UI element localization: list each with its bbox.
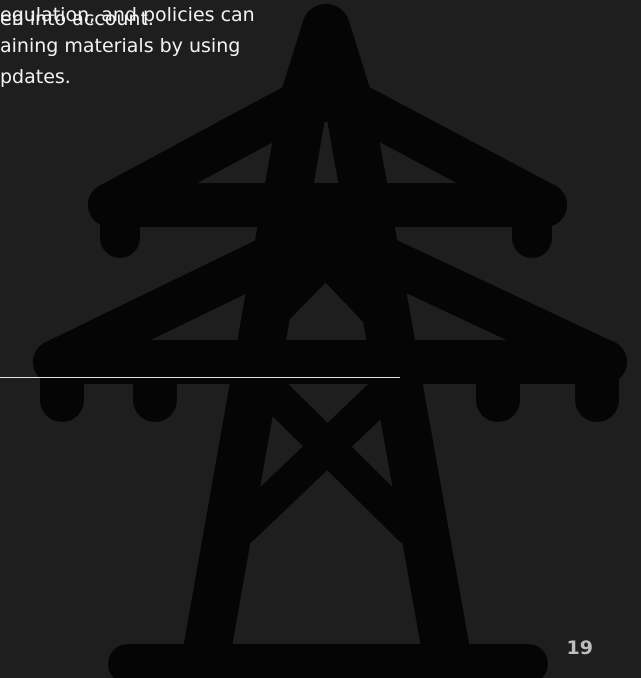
slide-page: en into account. egulation, and policies… [0, 0, 641, 678]
transmission-tower-icon [33, 4, 627, 678]
top-text-fragment: en into account. [0, 8, 154, 30]
page-number: 19 [566, 637, 593, 659]
horizontal-divider [0, 377, 400, 378]
